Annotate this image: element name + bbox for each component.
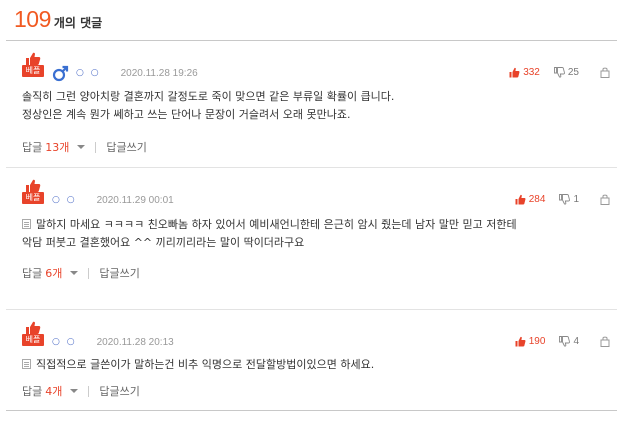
write-reply-button[interactable]: 답글쓰기 [106,139,146,155]
comment-text-line: 악담 퍼붓고 결혼했어요 ^^ 끼리끼리라는 말이 딱이더라구요 [22,236,305,249]
reply-count[interactable]: 13개 [45,139,69,155]
comment-actions: 답글 4개 답글쓰기 [22,383,140,399]
comment-date: 2020.11.28 19:26 [120,67,198,79]
downvote-count: 1 [573,193,579,205]
thumb-up-icon [26,52,41,65]
comment-body: 말하지 마세요 ㅋㅋㅋㅋ 친오빠놈 하자 있어서 예비새언니한테 은근히 암시 … [22,216,607,252]
downvote-button[interactable]: 25 [553,66,579,78]
comment-body: 솔직히 그런 양아치랑 결혼까지 갈정도로 죽이 맞으면 같은 부류일 확률이 … [22,88,607,124]
comment-actions: 답글 6개 답글쓰기 [22,265,140,281]
vote-up-icon [509,67,520,77]
vote-up-icon [515,194,526,204]
comment-text-line: 말하지 마세요 ㅋㅋㅋㅋ 친오빠놈 하자 있어서 예비새언니한테 은근히 암시 … [36,218,517,231]
write-reply-button[interactable]: 답글쓰기 [99,265,139,281]
comment-text-line: 정상인은 계속 뭔가 쎄하고 쓰는 단어나 문장이 거슬려서 오래 못만나죠. [22,108,351,121]
comment-item: 베플 ○ ○ 2020.11.29 00:01 284 1 말하지 마세요 ㅋㅋ… [6,168,617,310]
caret-down-icon[interactable] [77,145,86,149]
document-icon [22,219,31,229]
comment-item: 베플 ○ ○ 2020.11.28 20:13 190 4 직접적으로 글쓴이가… [6,310,617,411]
upvote-count: 190 [528,335,546,347]
comment-count: 109 [14,6,51,32]
comment-meta: ○ ○ 2020.11.29 00:01 [52,192,174,208]
thumb-up-icon [26,179,41,192]
upvote-count: 284 [528,193,546,205]
best-comment-badge: 베플 [22,179,44,205]
lock-icon[interactable] [599,66,611,78]
downvote-count: 25 [567,66,579,78]
vote-down-icon [559,193,571,205]
downvote-count: 4 [573,335,579,347]
caret-down-icon[interactable] [70,271,79,275]
write-reply-button[interactable]: 답글쓰기 [99,383,139,399]
comment-item: 베플 ○ ○ 2020.11.28 19:26 332 25 솔직히 그런 양아… [6,41,617,168]
comment-list: 베플 ○ ○ 2020.11.28 19:26 332 25 솔직히 그런 양아… [6,40,617,411]
upvote-button[interactable]: 190 [515,335,546,347]
reply-count[interactable]: 4개 [45,383,62,399]
caret-down-icon[interactable] [70,389,79,393]
comment-actions: 답글 13개 답글쓰기 [22,139,147,155]
upvote-button[interactable]: 284 [515,193,546,205]
downvote-button[interactable]: 4 [559,336,579,347]
upvote-button[interactable]: 332 [509,67,540,78]
comment-text-line: 직접적으로 글쓴이가 말하는건 비추 익명으로 전달할방법이있으면 하세요. [36,358,375,371]
comment-body: 직접적으로 글쓴이가 말하는건 비추 익명으로 전달할방법이있으면 하세요. [22,356,607,374]
document-icon [22,359,31,369]
comment-count-label: 개의 댓글 [53,16,103,30]
male-icon [52,65,69,81]
vote-up-icon [515,336,526,346]
best-comment-badge: 베플 [22,52,44,78]
comment-date: 2020.11.28 20:13 [96,336,174,348]
best-comment-badge: 베플 [22,321,44,347]
author-name[interactable]: ○ ○ [52,337,77,347]
vote-area: 190 4 [515,333,617,349]
divider [95,141,97,153]
vote-down-icon [553,66,565,78]
lock-icon[interactable] [599,335,611,347]
thumb-up-icon [26,321,41,334]
best-label: 베플 [22,65,44,77]
reply-toggle-label[interactable]: 답글 [22,265,42,281]
vote-area: 284 1 [515,191,617,207]
comment-meta: ○ ○ 2020.11.28 19:26 [52,65,198,81]
best-label: 베플 [22,334,44,346]
divider [88,267,90,279]
author-name[interactable]: ○ ○ [52,195,77,205]
vote-down-icon [559,335,571,347]
comment-text-line: 솔직히 그런 양아치랑 결혼까지 갈정도로 죽이 맞으면 같은 부류일 확률이 … [22,90,395,103]
comment-date: 2020.11.29 00:01 [96,194,174,206]
reply-toggle-label[interactable]: 답글 [22,139,42,155]
downvote-button[interactable]: 1 [559,194,579,205]
comment-header: 109 개의 댓글 [14,6,102,36]
best-label: 베플 [22,192,44,204]
reply-toggle-label[interactable]: 답글 [22,383,42,399]
author-name[interactable]: ○ ○ [76,68,101,78]
comment-meta: ○ ○ 2020.11.28 20:13 [52,334,174,350]
lock-icon[interactable] [599,193,611,205]
divider [88,385,90,397]
reply-count[interactable]: 6개 [45,265,62,281]
upvote-count: 332 [523,66,540,78]
vote-area: 332 25 [509,64,617,80]
